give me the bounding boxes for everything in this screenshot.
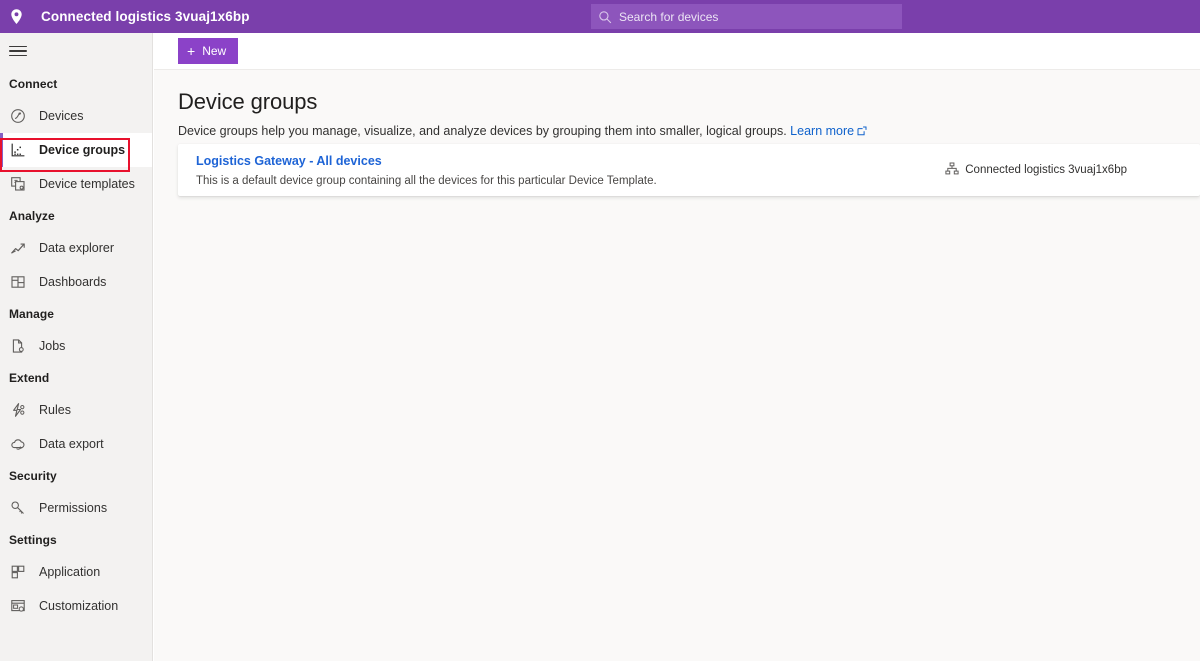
- sidebar-item-label: Device groups: [39, 143, 125, 157]
- sidebar-item-rules[interactable]: Rules: [0, 393, 152, 427]
- organization-hierarchy-icon: [945, 162, 959, 179]
- device-group-card[interactable]: Logistics Gateway - All devices This is …: [178, 144, 1200, 196]
- page-description: Device groups help you manage, visualize…: [178, 124, 1200, 139]
- device-group-organization: Connected logistics 3vuaj1x6bp: [945, 162, 1182, 179]
- external-link-icon: [857, 125, 867, 139]
- sidebar-item-label: Permissions: [39, 501, 107, 515]
- sidebar-item-devices[interactable]: Devices: [0, 99, 152, 133]
- page-title: Device groups: [178, 89, 1200, 115]
- sidebar-item-label: Device templates: [39, 177, 135, 191]
- sidebar-item-label: Customization: [39, 599, 118, 613]
- nav-section-extend: Extend: [0, 363, 152, 393]
- nav-section-connect: Connect: [0, 69, 152, 99]
- application-layout-icon: [9, 563, 27, 581]
- device-group-name-link[interactable]: Logistics Gateway - All devices: [196, 154, 945, 168]
- organization-name: Connected logistics 3vuaj1x6bp: [965, 164, 1127, 176]
- command-bar: + New: [154, 33, 1200, 70]
- search-placeholder: Search for devices: [619, 10, 718, 24]
- location-pin-icon[interactable]: [0, 0, 33, 33]
- device-group-info: Logistics Gateway - All devices This is …: [196, 154, 945, 187]
- sidebar-item-jobs[interactable]: Jobs: [0, 329, 152, 363]
- sidebar-item-data-explorer[interactable]: Data explorer: [0, 231, 152, 265]
- customization-icon: [9, 597, 27, 615]
- learn-more-label: Learn more: [790, 124, 854, 138]
- nav-section-security: Security: [0, 461, 152, 491]
- cloud-export-icon: [9, 435, 27, 453]
- sidebar-item-device-groups[interactable]: Device groups: [0, 133, 152, 167]
- hamburger-menu-button[interactable]: [0, 33, 153, 69]
- device-group-description: This is a default device group containin…: [196, 175, 945, 187]
- app-header: Connected logistics 3vuaj1x6bp Search fo…: [0, 0, 1200, 33]
- sidebar-item-label: Application: [39, 565, 100, 579]
- sidebar-item-label: Jobs: [39, 339, 65, 353]
- sidebar-item-label: Rules: [39, 403, 71, 417]
- learn-more-link[interactable]: Learn more: [790, 124, 854, 138]
- sidebar-item-label: Data explorer: [39, 241, 114, 255]
- sidebar-item-label: Data export: [39, 437, 104, 451]
- sidebar-item-customization[interactable]: Customization: [0, 589, 152, 623]
- search-input[interactable]: Search for devices: [591, 4, 902, 29]
- sidebar-item-data-export[interactable]: Data export: [0, 427, 152, 461]
- plus-icon: +: [187, 44, 195, 58]
- nav-section-analyze: Analyze: [0, 201, 152, 231]
- main-content: Device groups Device groups help you man…: [154, 70, 1200, 661]
- app-title: Connected logistics 3vuaj1x6bp: [41, 9, 250, 24]
- key-icon: [9, 499, 27, 517]
- nav-section-settings: Settings: [0, 525, 152, 555]
- line-chart-icon: [9, 239, 27, 257]
- sidebar-item-application[interactable]: Application: [0, 555, 152, 589]
- search-icon: [598, 10, 612, 24]
- dashboard-grid-icon: [9, 273, 27, 291]
- device-groups-icon: [9, 141, 27, 159]
- sidebar-item-dashboards[interactable]: Dashboards: [0, 265, 152, 299]
- sidebar-item-label: Dashboards: [39, 275, 106, 289]
- page-description-text: Device groups help you manage, visualize…: [178, 124, 787, 138]
- sidebar-nav: Connect Devices Device groups: [0, 33, 153, 661]
- device-chip-icon: [9, 107, 27, 125]
- new-button[interactable]: + New: [178, 38, 238, 64]
- sidebar-item-device-templates[interactable]: Device templates: [0, 167, 152, 201]
- rules-lightning-icon: [9, 401, 27, 419]
- sidebar-item-permissions[interactable]: Permissions: [0, 491, 152, 525]
- new-button-label: New: [202, 44, 226, 58]
- sidebar-item-label: Devices: [39, 109, 83, 123]
- hamburger-icon: [9, 42, 27, 59]
- device-templates-icon: [9, 175, 27, 193]
- jobs-document-icon: [9, 337, 27, 355]
- nav-section-manage: Manage: [0, 299, 152, 329]
